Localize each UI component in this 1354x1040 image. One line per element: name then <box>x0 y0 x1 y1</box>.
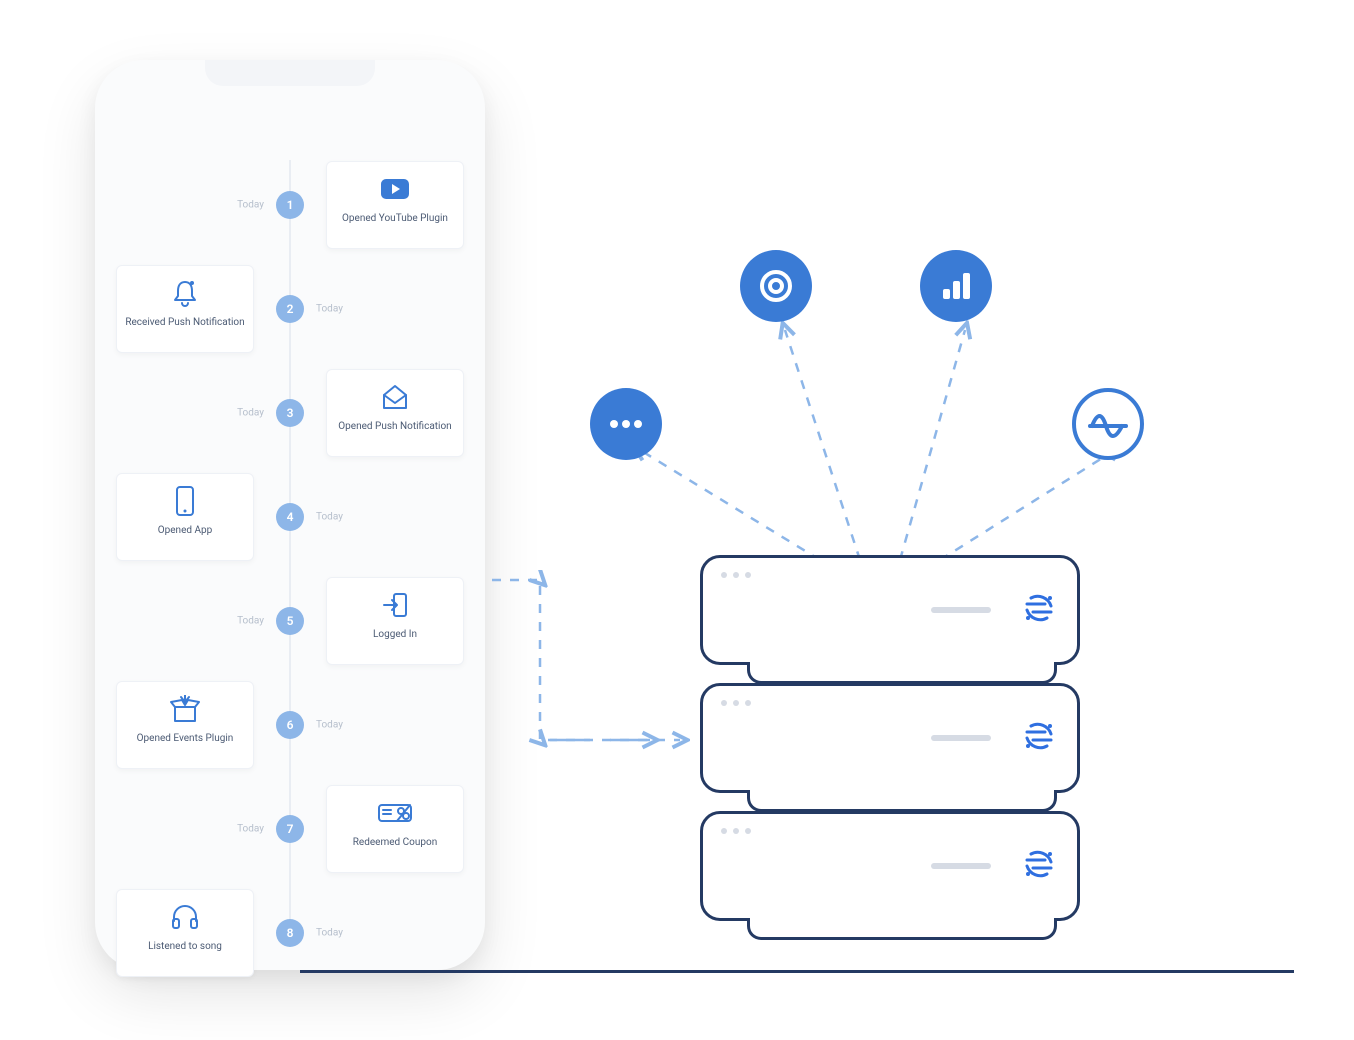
timeline-date-label: Today <box>316 720 343 731</box>
server-unit <box>700 555 1080 665</box>
server-unit <box>700 811 1080 921</box>
ground-line <box>300 970 1294 973</box>
server-base <box>747 790 1057 812</box>
event-card: Opened Push Notification <box>326 369 464 457</box>
server-dots <box>721 572 751 578</box>
event-card: Listened to song <box>116 889 254 977</box>
timeline-marker: 4 <box>276 503 304 531</box>
coupon-icon <box>377 798 413 828</box>
headphones-icon <box>170 902 200 932</box>
timeline-row: 2 Today Received Push Notification <box>95 254 485 364</box>
bell-icon <box>172 278 198 308</box>
event-label: Opened YouTube Plugin <box>342 212 448 226</box>
phone-mock: 1 Today Opened YouTube Plugin 2 Today Receive… <box>95 60 485 970</box>
destination-amplitude-icon <box>1072 388 1144 460</box>
server-bar <box>931 863 991 869</box>
timeline-marker: 5 <box>276 607 304 635</box>
phone-notch <box>205 60 375 86</box>
segment-logo-icon <box>1019 716 1059 760</box>
diagram-stage: 1 Today Opened YouTube Plugin 2 Today Receive… <box>0 0 1354 1040</box>
timeline-date-label: Today <box>237 408 264 419</box>
timeline-date-label: Today <box>316 304 343 315</box>
timeline-date-label: Today <box>316 928 343 939</box>
timeline-row: 1 Today Opened YouTube Plugin <box>95 150 485 260</box>
event-label: Opened Events Plugin <box>137 732 234 746</box>
event-card: Opened Events Plugin <box>116 681 254 769</box>
timeline-marker: 6 <box>276 711 304 739</box>
timeline-marker: 2 <box>276 295 304 323</box>
event-label: Opened Push Notification <box>338 420 451 434</box>
event-card: Opened App <box>116 473 254 561</box>
event-label: Logged In <box>373 628 417 642</box>
server-dots <box>721 828 751 834</box>
destination-analytics-icon <box>920 250 992 322</box>
event-label: Opened App <box>158 524 213 538</box>
event-label: Received Push Notification <box>125 316 244 330</box>
event-label: Redeemed Coupon <box>353 836 437 850</box>
server-dots <box>721 700 751 706</box>
server-bar <box>931 735 991 741</box>
server-base <box>747 662 1057 684</box>
timeline-date-label: Today <box>237 616 264 627</box>
timeline-marker: 8 <box>276 919 304 947</box>
connector-phone-server <box>480 570 690 770</box>
timeline-date-label: Today <box>316 512 343 523</box>
timeline-marker: 1 <box>276 191 304 219</box>
segment-logo-icon <box>1019 588 1059 632</box>
envelope-open-icon <box>380 382 410 412</box>
server-base <box>747 918 1057 940</box>
youtube-icon <box>380 174 410 204</box>
event-label: Listened to song <box>148 940 222 954</box>
timeline-date-label: Today <box>237 200 264 211</box>
timeline-marker: 3 <box>276 399 304 427</box>
box-open-icon <box>168 694 202 724</box>
server-unit <box>700 683 1080 793</box>
timeline-date-label: Today <box>237 824 264 835</box>
destination-more-icon <box>590 388 662 460</box>
event-card: Logged In <box>326 577 464 665</box>
login-icon <box>380 590 410 620</box>
destination-target-icon <box>740 250 812 322</box>
timeline-marker: 7 <box>276 815 304 843</box>
timeline-row: 6 Today Opened Events Plugin <box>95 670 485 780</box>
timeline-row: 3 Today Opened Push Notification <box>95 358 485 468</box>
timeline-row: 4 Today Opened App <box>95 462 485 572</box>
timeline-row: 7 Today Redeemed Coupon <box>95 774 485 884</box>
server-stack <box>690 530 1090 921</box>
event-card: Opened YouTube Plugin <box>326 161 464 249</box>
timeline-events: 1 Today Opened YouTube Plugin 2 Today Receive… <box>95 150 485 940</box>
segment-logo-icon <box>1019 844 1059 888</box>
phone-outline-icon <box>175 486 195 516</box>
timeline-row: 5 Today Logged In <box>95 566 485 676</box>
event-card: Received Push Notification <box>116 265 254 353</box>
event-card: Redeemed Coupon <box>326 785 464 873</box>
server-bar <box>931 607 991 613</box>
